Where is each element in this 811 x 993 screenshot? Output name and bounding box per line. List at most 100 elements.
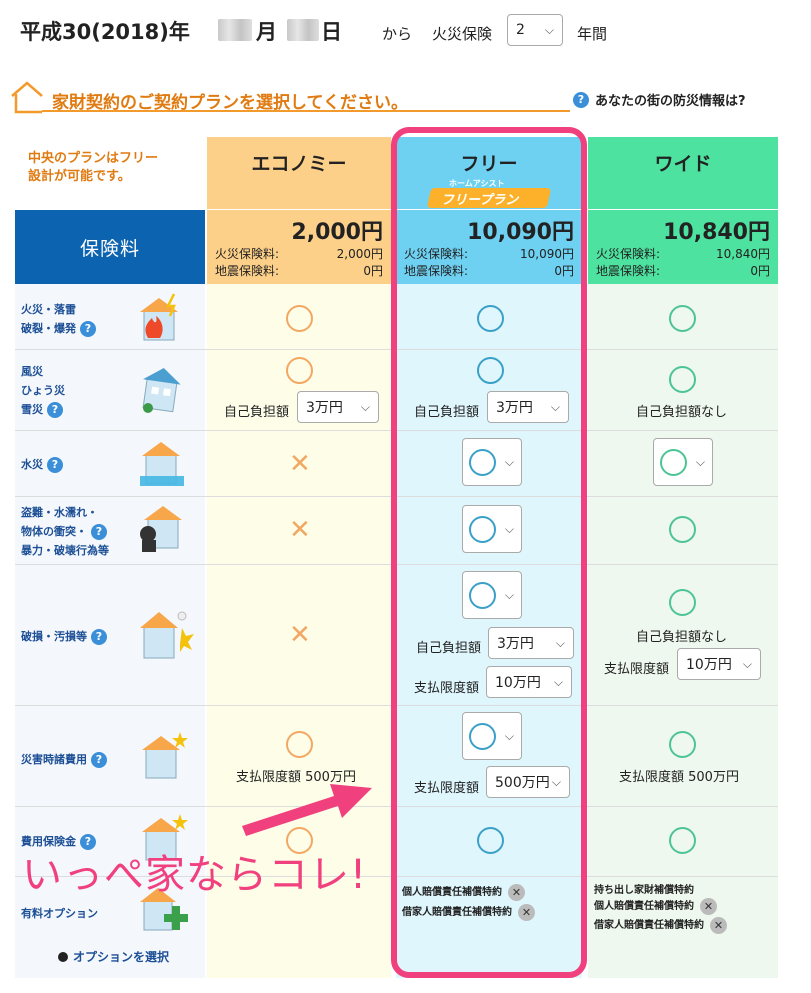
row-wind-line2: ひょう災 bbox=[21, 384, 65, 397]
years-value: 2 bbox=[516, 22, 525, 38]
fire-value: 10,840円 bbox=[716, 247, 770, 261]
deductible-select-economy[interactable]: 3万円 ⌵ bbox=[297, 391, 379, 423]
heading-underline bbox=[42, 110, 570, 112]
plan-name-wide: ワイド bbox=[654, 153, 712, 175]
from-label: から bbox=[382, 25, 413, 43]
free-plan-note: 中央のプランはフリー 設計が可能です。 bbox=[28, 150, 198, 186]
limit-text-wide-disaster: 支払限度額 500万円 bbox=[619, 770, 739, 785]
month-suffix: 月 bbox=[256, 20, 277, 44]
flood-house-icon bbox=[140, 442, 184, 486]
damage-house-icon bbox=[140, 611, 194, 659]
row-wind-line3: 雪災 bbox=[21, 403, 43, 416]
chevron-down-icon: ⌵ bbox=[742, 656, 752, 671]
option-wide-3: 借家人賠償責任補償特約 ✕ bbox=[594, 917, 727, 934]
option-label: 借家人賠償責任補償特約 bbox=[594, 919, 704, 931]
day-suffix: 日 bbox=[321, 20, 342, 44]
price-economy: 2,000円 火災保険料: 2,000円 地震保険料: 0円 bbox=[207, 210, 391, 284]
question-icon[interactable]: ? bbox=[47, 401, 63, 418]
chevron-down-icon: ⌵ bbox=[360, 399, 370, 414]
not-covered-cross-economy-damage: ✕ bbox=[289, 620, 311, 650]
fire-premium-wide: 火災保険料: 10,840円 bbox=[596, 246, 770, 263]
plan-header-economy[interactable]: エコノミー bbox=[207, 137, 391, 209]
quake-label: 地震保険料: bbox=[596, 264, 661, 278]
limit-label-wide-damage: 支払限度額 bbox=[604, 662, 670, 677]
question-icon[interactable]: ? bbox=[47, 456, 63, 473]
plan-header-wide[interactable]: ワイド bbox=[588, 137, 778, 209]
price-total-economy: 2,000円 bbox=[291, 220, 383, 245]
row-water-line1: 水災 bbox=[21, 458, 43, 471]
disaster-expense-house-icon bbox=[142, 732, 188, 779]
plan-name-economy: エコノミー bbox=[251, 153, 347, 175]
question-icon[interactable]: ? bbox=[91, 628, 107, 645]
question-icon[interactable]: ? bbox=[80, 320, 96, 337]
insurance-label: 火災保険 bbox=[432, 25, 493, 43]
no-deductible-wide: 自己負担額なし bbox=[636, 405, 728, 420]
chevron-down-icon: ⌵ bbox=[544, 22, 554, 37]
fire-label: 火災保険料: bbox=[215, 247, 280, 261]
premium-label: 保険料 bbox=[15, 210, 205, 284]
quake-label: 地震保険料: bbox=[215, 264, 280, 278]
select-options-text: オプションを選択 bbox=[73, 950, 170, 964]
row-label-disaster: 災害時諸費用 ? bbox=[21, 750, 107, 769]
coverage-circle-economy-disaster bbox=[286, 731, 313, 758]
not-covered-cross-economy-theft: ✕ bbox=[289, 515, 311, 545]
coverage-select-wide-water[interactable]: ⌵ bbox=[653, 438, 713, 486]
row-theft-line1: 盗難・水濡れ・ bbox=[21, 506, 98, 519]
row-fire-line1: 火災・落雷 bbox=[21, 303, 76, 316]
row-label-water: 水災 ? bbox=[21, 455, 63, 474]
price-total-wide: 10,840円 bbox=[663, 220, 770, 245]
coverage-circle-wide-damage bbox=[669, 589, 696, 616]
row-theft-line3: 暴力・破壊行為等 bbox=[21, 544, 109, 557]
wind-house-icon bbox=[142, 368, 181, 413]
start-date-year: 平成30(2018)年 bbox=[20, 20, 190, 44]
fire-label: 火災保険料: bbox=[596, 247, 661, 261]
option-label: 個人賠償責任補償特約 bbox=[594, 900, 694, 912]
day-redacted bbox=[287, 19, 319, 41]
free-plan-highlight-frame bbox=[391, 127, 587, 978]
question-icon[interactable]: ? bbox=[91, 751, 107, 768]
coverage-circle bbox=[660, 449, 687, 476]
row-wind-line3-wrap: 雪災 ? bbox=[21, 400, 65, 419]
remove-option-icon[interactable]: ✕ bbox=[700, 898, 717, 915]
coverage-circle-economy-wind bbox=[286, 357, 313, 384]
question-icon: ? bbox=[573, 91, 589, 108]
quake-value: 0円 bbox=[363, 264, 383, 278]
chevron-down-icon: ⌵ bbox=[695, 455, 705, 469]
no-deductible-wide-damage: 自己負担額なし bbox=[636, 630, 728, 645]
row-label-fire: 火災・落雷 破裂・爆発 ? bbox=[21, 300, 96, 338]
coverage-circle-wide-wind bbox=[669, 366, 696, 393]
row-disaster-line1: 災害時諸費用 bbox=[21, 753, 87, 766]
coverage-circle-wide-fire bbox=[669, 305, 696, 332]
limit-value: 10万円 bbox=[686, 657, 732, 673]
row-damage-line1: 破損・汚損等 bbox=[21, 630, 87, 643]
house-outline-icon bbox=[11, 81, 43, 114]
play-icon bbox=[58, 951, 68, 962]
question-icon[interactable]: ? bbox=[91, 523, 107, 540]
option-wide-2: 個人賠償責任補償特約 ✕ bbox=[594, 898, 727, 915]
coverage-circle-wide-expense bbox=[669, 827, 696, 854]
disaster-info-text: あなたの街の防災情報は? bbox=[595, 94, 746, 109]
row-label-options: 有料オプション bbox=[21, 907, 98, 920]
deductible-value: 3万円 bbox=[306, 400, 343, 416]
fire-house-icon bbox=[140, 293, 178, 341]
note-line-1: 中央のプランはフリー bbox=[28, 151, 159, 166]
coverage-circle-economy-fire bbox=[286, 305, 313, 332]
row-label-wind: 風災 ひょう災 雪災 ? bbox=[21, 362, 65, 419]
limit-select-wide-damage[interactable]: 10万円 ⌵ bbox=[677, 648, 761, 680]
disaster-info-link[interactable]: ? あなたの街の防災情報は? bbox=[573, 90, 746, 109]
price-wide: 10,840円 火災保険料: 10,840円 地震保険料: 0円 bbox=[588, 210, 778, 284]
option-wide-1: 持ち出し家財補償特約 bbox=[594, 885, 694, 896]
quake-value: 0円 bbox=[750, 264, 770, 278]
burglar-house-icon bbox=[140, 506, 182, 552]
options-wide: 持ち出し家財補償特約 個人賠償責任補償特約 ✕ 借家人賠償責任補償特約 ✕ bbox=[594, 884, 727, 934]
row-fire-line2-wrap: 破裂・爆発 ? bbox=[21, 319, 96, 338]
month-redacted bbox=[218, 19, 252, 41]
years-select[interactable]: 2 ⌵ bbox=[507, 14, 563, 46]
row-label-theft: 盗難・水濡れ・ 物体の衝突・ ? 暴力・破壊行為等 bbox=[21, 503, 109, 560]
promo-callout: いっぺ家ならコレ! bbox=[22, 852, 368, 898]
select-options-link[interactable]: オプションを選択 bbox=[58, 948, 169, 965]
remove-option-icon[interactable]: ✕ bbox=[710, 917, 727, 934]
row-fire-line2: 破裂・爆発 bbox=[21, 322, 76, 335]
coverage-circle-wide-theft bbox=[669, 516, 696, 543]
fire-premium-economy: 火災保険料: 2,000円 bbox=[215, 246, 383, 263]
